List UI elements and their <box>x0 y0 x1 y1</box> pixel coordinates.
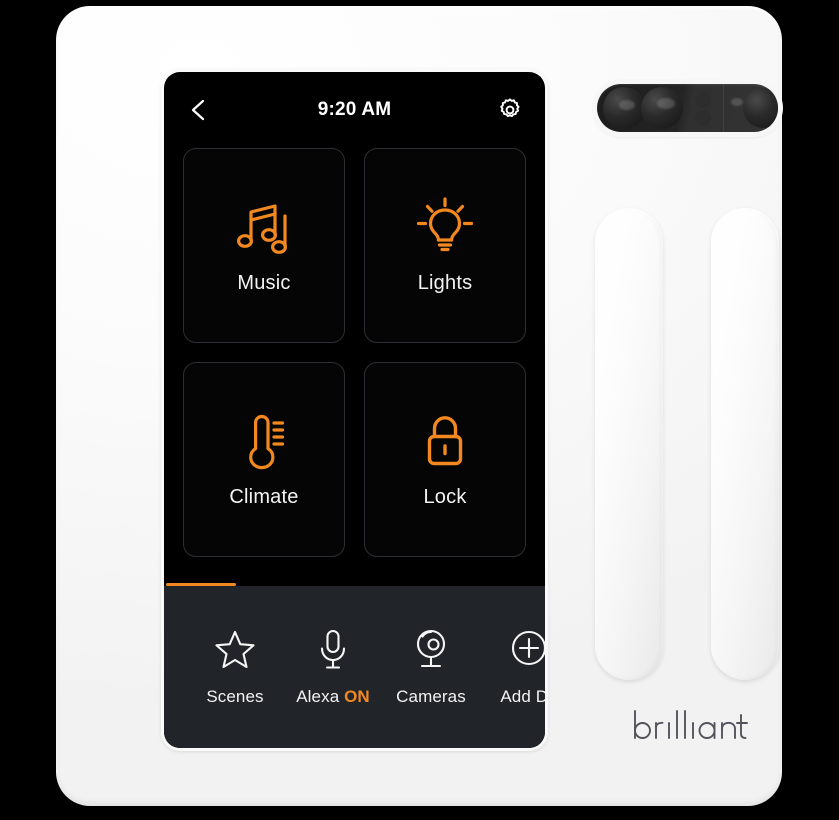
brilliant-logo <box>631 708 751 742</box>
dock-label: Alexa ON <box>296 687 370 707</box>
padlock-icon <box>415 410 475 472</box>
dock-label-text: Alexa <box>296 687 340 706</box>
dock-label: Scenes <box>206 687 264 706</box>
tile-label: Lights <box>417 272 473 294</box>
touchscreen-display[interactable]: 9:20 AM Music Lights Climate Lock Scenes… <box>164 72 545 748</box>
dock-label: Cameras <box>396 687 466 706</box>
tile-label: Lock <box>423 486 467 508</box>
left-rocker-paddle[interactable] <box>595 208 663 680</box>
device-panel: 9:20 AM Music Lights Climate Lock Scenes… <box>56 6 782 806</box>
lens-highlight-b <box>657 98 675 109</box>
star-icon <box>214 627 256 671</box>
tile-music[interactable]: Music <box>183 148 345 343</box>
sensor-seam <box>723 84 724 132</box>
dock-item-scenes[interactable]: Scenes <box>186 627 284 707</box>
dock-item-add-device[interactable]: Add De <box>480 627 545 707</box>
tile-lock[interactable]: Lock <box>364 362 526 557</box>
gear-icon[interactable] <box>497 97 523 123</box>
motion-sensor-dot-bottom <box>695 110 711 126</box>
alexa-status-badge: ON <box>344 687 370 706</box>
motion-sensor-dot-top <box>695 92 711 108</box>
camera-icon <box>410 627 452 671</box>
dock-label: Add De <box>500 687 545 706</box>
thermometer-icon <box>234 410 294 472</box>
microphone-icon <box>312 627 354 671</box>
camera-lens-right <box>743 88 778 128</box>
tile-lights[interactable]: Lights <box>364 148 526 343</box>
dock-bar: Scenes Alexa ON Cameras Add D <box>164 586 545 748</box>
dock-item-alexa[interactable]: Alexa ON <box>284 627 382 707</box>
dock-item-cameras[interactable]: Cameras <box>382 627 480 707</box>
tile-label: Music <box>237 272 291 294</box>
screen-header: 9:20 AM <box>164 72 545 148</box>
lightbulb-icon <box>415 196 475 258</box>
plus-circle-icon <box>508 627 545 671</box>
camera-sensor-bar <box>597 84 778 132</box>
lens-highlight-a <box>619 100 635 110</box>
chevron-left-icon[interactable] <box>186 97 212 123</box>
right-rocker-paddle[interactable] <box>711 208 779 680</box>
lens-highlight-c <box>731 98 743 106</box>
clock-time: 9:20 AM <box>317 99 392 120</box>
music-note-icon <box>234 196 294 258</box>
tile-grid: Music Lights Climate Lock <box>164 148 545 557</box>
tile-climate[interactable]: Climate <box>183 362 345 557</box>
screenshot-stage: 9:20 AM Music Lights Climate Lock Scenes… <box>0 0 839 820</box>
tile-label: Climate <box>229 486 299 508</box>
